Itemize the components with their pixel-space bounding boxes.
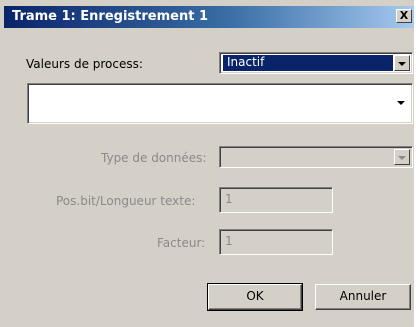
- chevron-down-icon: [398, 62, 406, 66]
- chevron-down-icon: [398, 156, 406, 160]
- data-type-select[interactable]: [219, 146, 413, 168]
- process-values-select[interactable]: Inactif: [219, 52, 413, 74]
- data-type-label: Type de données:: [101, 151, 207, 165]
- title-bar[interactable]: Trame 1: Enregistrement 1 X: [4, 6, 414, 28]
- close-icon: X: [399, 9, 409, 22]
- factor-value: 1: [225, 234, 233, 248]
- process-values-dropdown-button[interactable]: [394, 55, 410, 71]
- bit-position-value: 1: [225, 192, 233, 206]
- process-values-label: Valeurs de process:: [26, 57, 143, 71]
- ok-button[interactable]: OK: [207, 283, 303, 311]
- chevron-down-icon: [397, 101, 405, 105]
- window-title: Trame 1: Enregistrement 1: [12, 9, 208, 24]
- data-type-dropdown-button[interactable]: [394, 149, 410, 165]
- bit-position-field[interactable]: 1: [219, 187, 333, 213]
- close-button[interactable]: X: [396, 9, 412, 23]
- dialog-window: Trame 1: Enregistrement 1 X Valeurs de p…: [0, 0, 415, 327]
- cancel-button[interactable]: Annuler: [315, 284, 411, 310]
- bit-position-label: Pos.bit/Longueur texte:: [56, 194, 196, 208]
- factor-label: Facteur:: [157, 236, 206, 250]
- process-detail-combo[interactable]: [27, 83, 413, 124]
- process-detail-dropdown-button[interactable]: [394, 86, 410, 121]
- factor-field[interactable]: 1: [219, 229, 333, 255]
- process-values-selected: Inactif: [223, 55, 393, 71]
